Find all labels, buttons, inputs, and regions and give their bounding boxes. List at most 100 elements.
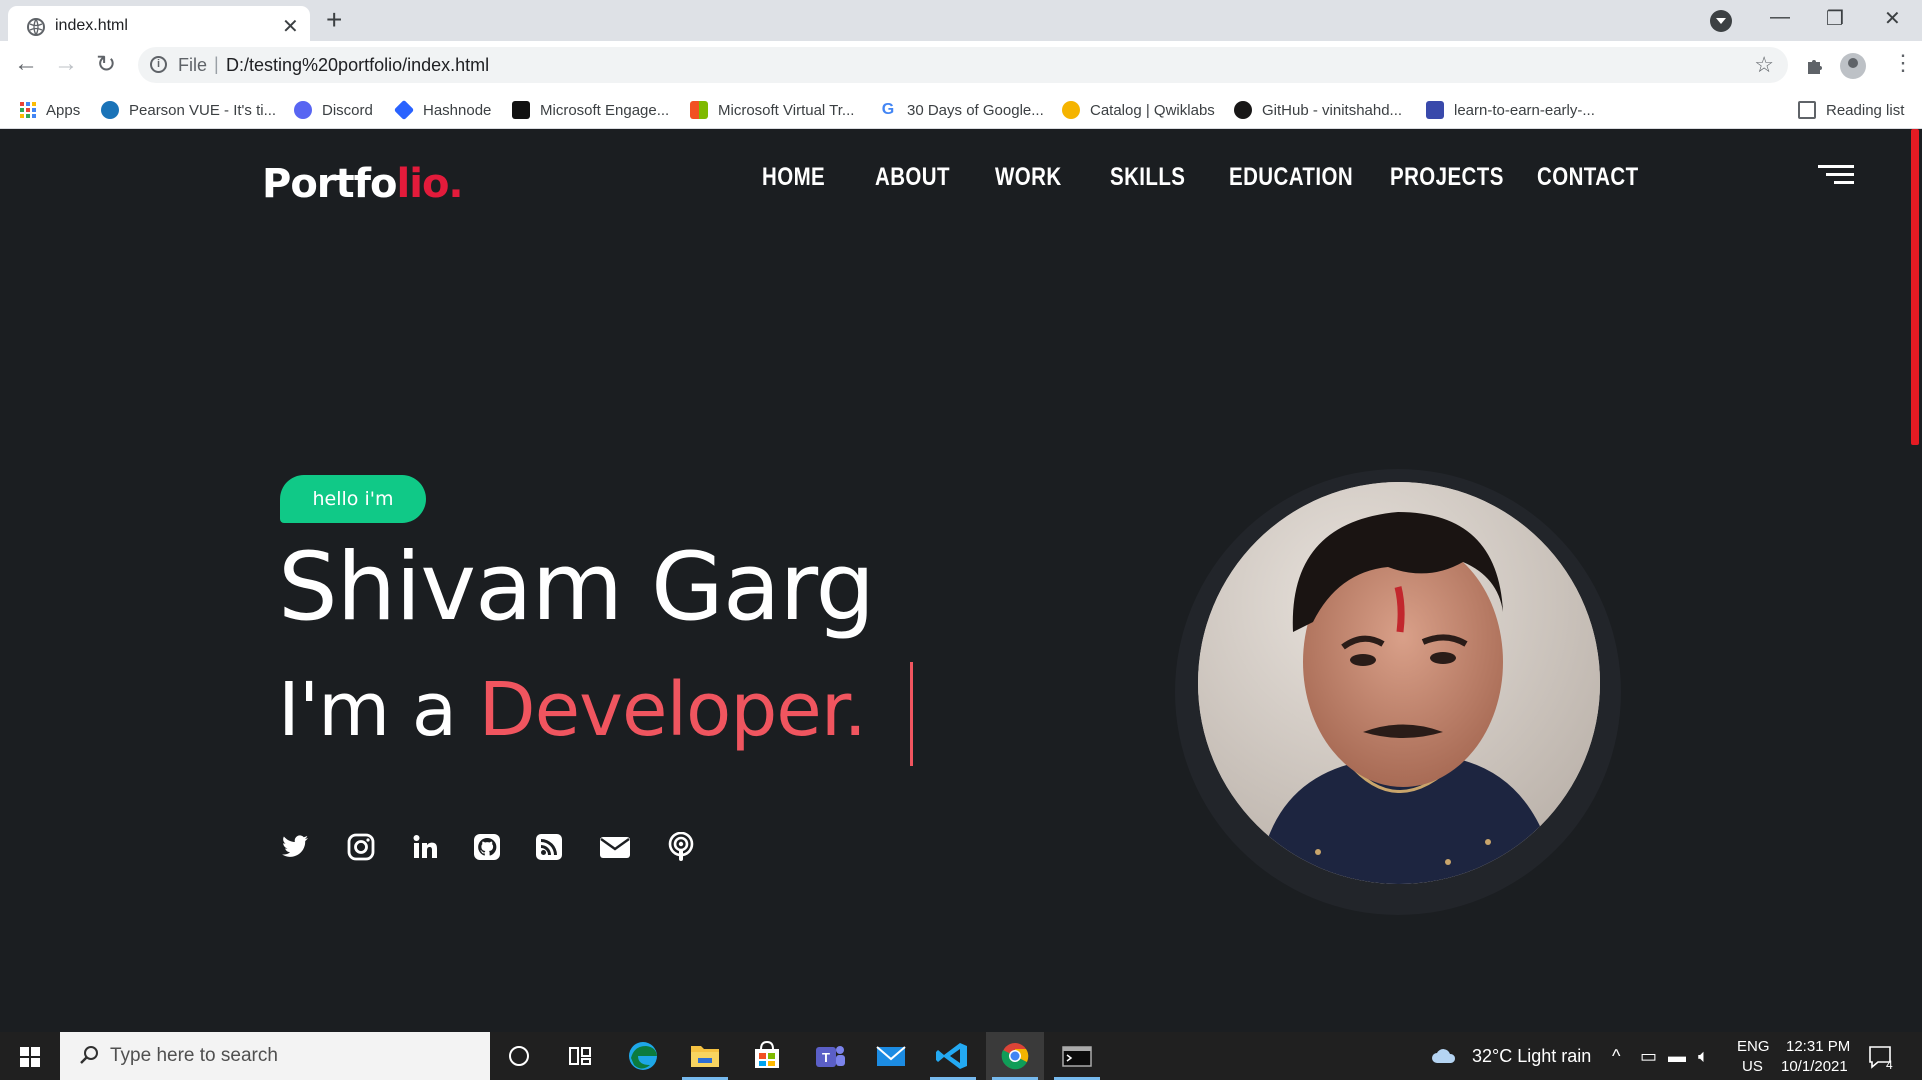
show-hidden-icons-icon[interactable]: ^ bbox=[1612, 1046, 1620, 1067]
browser-toolbar: ← → ↻ i File | D:/testing%20portfolio/in… bbox=[0, 41, 1922, 90]
nav-education[interactable]: EDUCATION bbox=[1229, 163, 1353, 192]
bookmark-microsoft-virtual[interactable]: Microsoft Virtual Tr... bbox=[690, 99, 854, 121]
rss-icon[interactable] bbox=[534, 832, 564, 862]
instagram-icon[interactable] bbox=[346, 832, 376, 862]
windows-taskbar: Type here to search T 32°C Light rain ^ … bbox=[0, 1032, 1922, 1080]
url-text[interactable]: D:/testing%20portfolio/index.html bbox=[226, 55, 489, 76]
language-bottom[interactable]: US bbox=[1742, 1058, 1763, 1075]
chrome-icon[interactable] bbox=[986, 1032, 1044, 1080]
weather-text[interactable]: 32°C Light rain bbox=[1472, 1046, 1591, 1067]
taskbar-search-box[interactable]: Type here to search bbox=[60, 1032, 490, 1080]
bookmark-qwiklabs[interactable]: Catalog | Qwiklabs bbox=[1062, 99, 1215, 121]
browser-tab-bar: index.html ✕ + — ❐ ✕ bbox=[0, 0, 1922, 41]
email-icon[interactable] bbox=[598, 832, 632, 862]
bookmarks-bar: Apps Pearson VUE - It's ti... Discord Ha… bbox=[0, 90, 1922, 129]
mail-icon[interactable] bbox=[862, 1032, 920, 1080]
reading-list-label: Reading list bbox=[1826, 101, 1905, 119]
github-icon bbox=[1234, 101, 1252, 119]
network-icon[interactable]: ▭ bbox=[1640, 1046, 1657, 1067]
hero-name: Shivam Garg bbox=[278, 533, 875, 642]
page-scrollbar[interactable] bbox=[1908, 129, 1922, 1032]
volume-icon[interactable]: 🔈︎ bbox=[1698, 1046, 1709, 1067]
reading-list-icon bbox=[1798, 101, 1816, 119]
bookmark-github[interactable]: GitHub - vinitshahd... bbox=[1234, 99, 1402, 121]
minimize-icon[interactable]: — bbox=[1770, 6, 1790, 29]
scrollbar-thumb[interactable] bbox=[1911, 129, 1919, 445]
bookmark-label: Hashnode bbox=[423, 101, 492, 119]
search-placeholder: Type here to search bbox=[110, 1045, 278, 1066]
github-icon[interactable] bbox=[472, 832, 502, 862]
task-view-icon[interactable] bbox=[551, 1032, 609, 1080]
browser-tab[interactable]: index.html ✕ bbox=[8, 6, 310, 41]
bookmark-discord[interactable]: Discord bbox=[294, 99, 373, 121]
profile-photo bbox=[1198, 482, 1600, 884]
bookmark-label: learn-to-earn-early-... bbox=[1454, 101, 1595, 119]
back-icon[interactable]: ← bbox=[14, 50, 38, 78]
discord-icon bbox=[294, 101, 312, 119]
tab-search-icon[interactable] bbox=[1710, 10, 1732, 32]
more-menu-icon[interactable]: ⋮ bbox=[1892, 50, 1914, 76]
role-highlight: Developer. bbox=[478, 667, 867, 753]
reading-list-button[interactable]: Reading list bbox=[1798, 99, 1904, 121]
address-bar[interactable]: i File | D:/testing%20portfolio/index.ht… bbox=[138, 47, 1788, 83]
bookmark-label: Microsoft Virtual Tr... bbox=[718, 101, 855, 119]
battery-icon[interactable]: ▬ bbox=[1668, 1046, 1686, 1067]
nav-skills[interactable]: SKILLS bbox=[1110, 163, 1185, 192]
twitter-icon[interactable] bbox=[280, 832, 310, 862]
nav-contact[interactable]: CONTACT bbox=[1537, 163, 1639, 192]
edge-icon[interactable] bbox=[614, 1032, 672, 1080]
microsoft-icon bbox=[690, 101, 708, 119]
window-close-icon[interactable]: ✕ bbox=[1884, 6, 1901, 31]
hamburger-menu-icon[interactable] bbox=[1818, 165, 1854, 185]
bookmark-label: Apps bbox=[46, 101, 81, 119]
form-icon bbox=[1426, 101, 1444, 119]
bookmark-label: Discord bbox=[322, 101, 373, 119]
forward-icon[interactable]: → bbox=[54, 50, 78, 78]
hashnode-icon bbox=[393, 99, 415, 121]
portfolio-page: Portfolio. HOME ABOUT WORK SKILLS EDUCAT… bbox=[0, 129, 1908, 1032]
url-separator: | bbox=[214, 54, 219, 74]
cortana-icon[interactable] bbox=[490, 1032, 548, 1080]
clock-date[interactable]: 10/1/2021 bbox=[1781, 1058, 1848, 1075]
weather-cloud-icon[interactable] bbox=[1430, 1046, 1458, 1066]
terminal-icon[interactable] bbox=[1048, 1032, 1106, 1080]
bookmark-learn-to-earn[interactable]: learn-to-earn-early-... bbox=[1426, 99, 1595, 121]
globe-icon bbox=[27, 18, 45, 36]
apps-grid-icon bbox=[20, 102, 36, 118]
clock-time[interactable]: 12:31 PM bbox=[1786, 1038, 1850, 1055]
microsoft-store-icon[interactable] bbox=[738, 1032, 796, 1080]
pearson-icon bbox=[101, 101, 119, 119]
language-top[interactable]: ENG bbox=[1737, 1038, 1770, 1055]
linkedin-icon[interactable] bbox=[410, 832, 440, 862]
nav-projects[interactable]: PROJECTS bbox=[1390, 163, 1504, 192]
bookmark-star-icon[interactable]: ☆ bbox=[1754, 52, 1774, 78]
vscode-icon[interactable] bbox=[924, 1032, 982, 1080]
bookmark-label: 30 Days of Google... bbox=[907, 101, 1044, 119]
teams-icon[interactable]: T bbox=[800, 1032, 858, 1080]
hero-role: I'm a Developer. bbox=[278, 667, 867, 753]
windows-start-icon[interactable] bbox=[20, 1047, 40, 1067]
nav-about[interactable]: ABOUT bbox=[875, 163, 950, 192]
site-logo[interactable]: Portfolio. bbox=[262, 161, 464, 207]
bookmark-google[interactable]: G 30 Days of Google... bbox=[879, 99, 1044, 121]
profile-avatar-icon[interactable] bbox=[1840, 53, 1866, 79]
extensions-icon[interactable] bbox=[1804, 54, 1826, 76]
typing-caret bbox=[910, 662, 913, 766]
bookmark-microsoft-engage[interactable]: Microsoft Engage... bbox=[512, 99, 669, 121]
bookmark-hashnode[interactable]: Hashnode bbox=[393, 99, 492, 121]
svg-text:T: T bbox=[822, 1050, 830, 1065]
file-explorer-icon[interactable] bbox=[676, 1032, 734, 1080]
restore-icon[interactable]: ❐ bbox=[1826, 6, 1844, 31]
bookmark-pearson[interactable]: Pearson VUE - It's ti... bbox=[101, 99, 276, 121]
podcast-icon[interactable] bbox=[666, 832, 696, 862]
bookmark-label: Microsoft Engage... bbox=[540, 101, 670, 119]
bookmark-apps[interactable]: Apps bbox=[20, 99, 80, 121]
close-tab-icon[interactable]: ✕ bbox=[282, 14, 299, 39]
new-tab-button[interactable]: + bbox=[326, 4, 342, 36]
engage-icon bbox=[512, 101, 530, 119]
nav-work[interactable]: WORK bbox=[995, 163, 1062, 192]
reload-icon[interactable]: ↻ bbox=[96, 50, 116, 79]
notification-count: 4 bbox=[1886, 1058, 1893, 1072]
nav-home[interactable]: HOME bbox=[762, 163, 825, 192]
site-info-icon[interactable]: i bbox=[150, 56, 167, 73]
